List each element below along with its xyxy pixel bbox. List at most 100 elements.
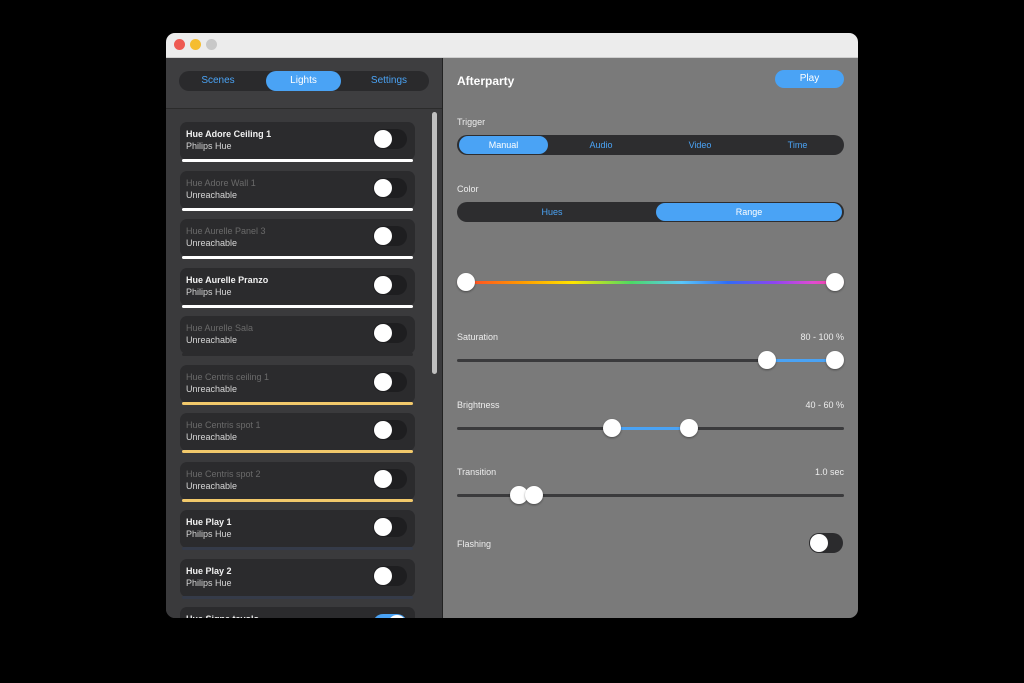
light-power-toggle[interactable] xyxy=(373,274,407,295)
minimize-window-button[interactable] xyxy=(190,39,201,50)
color-range-slider[interactable] xyxy=(456,273,845,291)
light-card[interactable]: Hue Play 2 Philips Hue xyxy=(180,558,415,599)
scene-title: Afterparty xyxy=(457,74,515,88)
color-label: Color xyxy=(457,184,479,194)
light-status: Philips Hue xyxy=(186,141,232,151)
tab-settings[interactable]: Settings xyxy=(349,71,429,91)
light-card[interactable]: Hue Adore Ceiling 1 Philips Hue xyxy=(180,122,415,162)
tab-scenes[interactable]: Scenes xyxy=(179,71,257,91)
saturation-value: 80 - 100 % xyxy=(800,332,844,342)
light-name: Hue Centris spot 1 xyxy=(186,420,261,430)
light-status: Unreachable xyxy=(186,189,238,200)
toggle-knob xyxy=(388,615,406,618)
trigger-video[interactable]: Video xyxy=(654,136,746,154)
light-card[interactable]: Hue Aurelle Panel 3 Unreachable xyxy=(180,219,415,259)
toggle-knob xyxy=(374,518,392,536)
light-name: Hue Centris spot 2 xyxy=(186,468,261,479)
flashing-toggle[interactable] xyxy=(809,533,843,553)
sidebar-header: Scenes Lights Settings xyxy=(166,58,443,109)
light-card[interactable]: Hue Aurelle Sala Unreachable xyxy=(180,316,415,356)
scrollbar-thumb[interactable] xyxy=(432,112,437,374)
light-color-bar xyxy=(182,256,413,259)
section-tabs: Scenes Lights Settings xyxy=(179,71,429,91)
light-card[interactable]: Hue Play 1 Philips Hue xyxy=(180,510,415,550)
toggle-knob xyxy=(374,178,392,197)
light-power-toggle[interactable] xyxy=(373,614,407,618)
saturation-range-fill xyxy=(766,359,836,362)
light-card[interactable]: Hue Adore Wall 1 Unreachable xyxy=(180,170,415,211)
toggle-knob xyxy=(374,566,392,585)
brightness-label: Brightness xyxy=(457,400,500,410)
play-button[interactable]: Play xyxy=(775,70,844,88)
close-window-button[interactable] xyxy=(174,39,185,50)
color-mode-range[interactable]: Range xyxy=(656,203,842,221)
saturation-slider[interactable] xyxy=(457,351,845,369)
light-card[interactable]: Hue Centris spot 2 Unreachable xyxy=(180,461,415,502)
light-name: Hue Aurelle Pranzo xyxy=(186,274,269,285)
light-status: Unreachable xyxy=(186,480,238,491)
trigger-manual[interactable]: Manual xyxy=(459,136,548,154)
trigger-audio[interactable]: Audio xyxy=(555,136,647,154)
toggle-knob xyxy=(374,372,392,391)
light-status: Unreachable xyxy=(186,432,238,442)
tab-lights[interactable]: Lights xyxy=(266,71,341,91)
flashing-label: Flashing xyxy=(457,539,492,549)
light-power-toggle[interactable] xyxy=(373,177,407,198)
light-card[interactable]: Hue Signe tavolo xyxy=(180,607,415,618)
light-color-bar xyxy=(182,595,413,599)
light-color-bar xyxy=(182,498,413,502)
color-range-start-thumb[interactable] xyxy=(456,273,475,291)
light-list-scrollbar[interactable] xyxy=(431,109,438,618)
light-color-bar xyxy=(182,547,413,550)
light-color-bar xyxy=(182,353,413,356)
zoom-window-button[interactable] xyxy=(206,39,217,50)
trigger-segmented-control: Manual Audio Video Time xyxy=(457,135,844,155)
toggle-knob xyxy=(374,275,392,294)
light-power-toggle[interactable] xyxy=(373,371,407,392)
light-status: Unreachable xyxy=(186,383,238,394)
brightness-high-thumb[interactable] xyxy=(680,419,699,437)
title-bar xyxy=(166,33,858,58)
toggle-knob xyxy=(374,227,392,245)
light-card[interactable]: Hue Aurelle Pranzo Philips Hue xyxy=(180,267,415,308)
light-color-bar xyxy=(182,159,413,162)
color-range-end-thumb[interactable] xyxy=(826,273,845,291)
toggle-knob xyxy=(374,421,392,439)
light-status: Unreachable xyxy=(186,238,238,248)
light-list: Hue Adore Ceiling 1 Philips Hue Hue Adore … xyxy=(166,109,428,618)
light-card[interactable]: Hue Centris spot 1 Unreachable xyxy=(180,413,415,453)
light-name: Hue Adore Ceiling 1 xyxy=(186,129,272,139)
light-name: Hue Aurelle Sala xyxy=(186,323,254,333)
light-power-toggle[interactable] xyxy=(373,323,407,343)
light-power-toggle[interactable] xyxy=(373,420,407,440)
light-color-bar xyxy=(182,207,413,211)
light-power-toggle[interactable] xyxy=(373,226,407,246)
flashing-toggle-knob xyxy=(810,534,828,552)
light-card[interactable]: Hue Centris ceiling 1 Unreachable xyxy=(180,364,415,405)
toggle-knob xyxy=(374,469,392,488)
transition-value: 1.0 sec xyxy=(814,467,844,477)
light-color-bar xyxy=(182,304,413,308)
scene-editor: Afterparty Play Trigger Manual Audio Vid… xyxy=(443,58,858,618)
light-status: Philips Hue xyxy=(186,286,232,297)
light-status: Unreachable xyxy=(186,335,238,345)
saturation-low-thumb[interactable] xyxy=(757,351,776,369)
brightness-value: 40 - 60 % xyxy=(805,400,844,410)
transition-slider[interactable] xyxy=(457,486,844,504)
trigger-label: Trigger xyxy=(457,117,486,127)
light-power-toggle[interactable] xyxy=(373,565,407,586)
light-name: Hue Aurelle Panel 3 xyxy=(186,226,266,236)
brightness-slider[interactable] xyxy=(457,419,844,437)
light-name: Hue Adore Wall 1 xyxy=(186,177,256,188)
brightness-range-fill xyxy=(611,427,690,430)
app-window: Scenes Lights Settings Hue Adore Ceiling… xyxy=(166,33,858,618)
color-mode-hues[interactable]: Hues xyxy=(459,203,645,221)
trigger-time[interactable]: Time xyxy=(753,136,842,154)
light-power-toggle[interactable] xyxy=(373,517,407,537)
brightness-low-thumb[interactable] xyxy=(602,419,621,437)
saturation-high-thumb[interactable] xyxy=(826,351,845,369)
light-status: Philips Hue xyxy=(186,577,232,588)
light-power-toggle[interactable] xyxy=(373,129,407,149)
transition-high-thumb[interactable] xyxy=(525,486,544,504)
light-power-toggle[interactable] xyxy=(373,468,407,489)
